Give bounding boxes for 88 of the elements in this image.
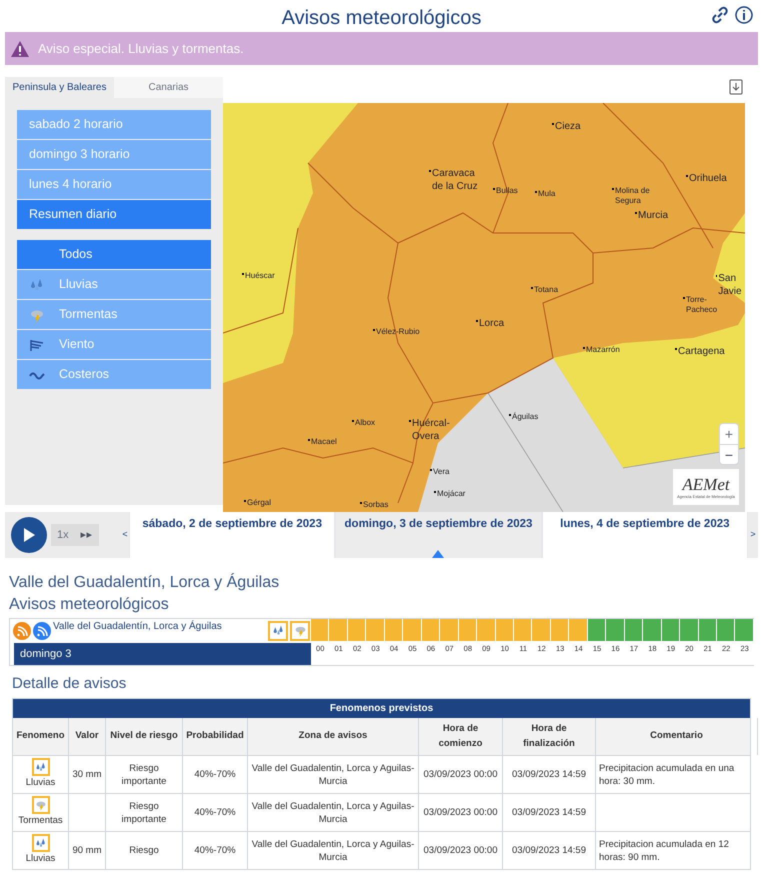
place-label: Orihuela <box>689 173 727 186</box>
speed-control[interactable]: 1x ▸▸ <box>51 524 99 546</box>
column-header: Comentario <box>596 718 758 755</box>
table-cell-text: Precipitacion acumulada en 12 horas: 90 mm. <box>599 838 730 864</box>
place-label: Albox <box>355 418 376 428</box>
info-icon[interactable] <box>735 6 753 24</box>
column-header: Nivel de riesgo <box>106 718 183 755</box>
date-tab[interactable]: domingo, 3 de septiembre de 2023 <box>335 512 542 558</box>
cloud-lightning-icon <box>34 799 46 812</box>
table-cell: 03/09/2023 00:00 <box>424 844 498 857</box>
place-label: Molina de Segura <box>615 186 651 206</box>
table-caption: Fenomenos previstos <box>13 699 750 718</box>
place-label: Murcia <box>638 210 668 222</box>
selected-indicator-icon <box>432 550 444 558</box>
zoom-in-button[interactable]: + <box>720 424 738 444</box>
place-label: Sorbas <box>363 500 388 510</box>
zoom-out-button[interactable]: − <box>720 444 738 464</box>
raindrops-icon <box>34 761 46 774</box>
place-label: Huéscar <box>245 271 275 281</box>
raindrops-icon <box>34 837 46 850</box>
table-cell: 03/09/2023 14:59 <box>512 768 586 781</box>
date-tab[interactable]: lunes, 4 de septiembre de 2023 <box>542 512 748 558</box>
place-label: Huércal-Overa <box>412 418 451 443</box>
place-label: Cartagena <box>678 346 725 358</box>
link-icon[interactable] <box>711 6 729 24</box>
place-label: Bullas <box>496 186 518 196</box>
column-header: Fenomeno <box>13 718 69 755</box>
place-label: San Javie <box>718 273 743 298</box>
region-tab[interactable]: Canarias <box>114 77 223 98</box>
table-cell-text: Precipitacion acumulada en una hora: 30 mm. <box>599 762 736 788</box>
place-label: Macael <box>311 437 337 447</box>
place-label: Gérgal <box>247 498 272 508</box>
table-cell: 03/09/2023 00:00 <box>424 806 498 819</box>
table-cell: 30 mm <box>72 768 102 781</box>
zone-title: Valle del Guadalentín, Lorca y Águilas <box>9 572 280 593</box>
place-label: Cieza <box>555 121 581 134</box>
table-cell: 40%-70% <box>194 768 236 781</box>
table-cell: 40%-70% <box>194 844 236 857</box>
column-header: Valor <box>69 718 106 755</box>
alert-text: Aviso especial. Lluvias y tormentas. <box>38 40 244 58</box>
place-label: Mula <box>538 189 556 199</box>
place-label: Vera <box>433 467 450 477</box>
zone-link[interactable]: Valle del Guadalentín, Lorca y Águilas <box>53 619 222 634</box>
table-cell-text: Riesgo importante <box>120 800 168 826</box>
table-cell: Valle del Guadalentin, Lorca y Aguilas-Murcia <box>251 762 415 788</box>
place-label: Lorca <box>479 318 504 330</box>
raindrops-icon <box>29 276 45 292</box>
day-option[interactable]: Resumen diario <box>17 200 211 229</box>
table-cell-text: Tormentas <box>18 814 63 828</box>
logo-wordmark: AEMet <box>682 476 730 492</box>
table-cell: Valle del Guadalentin, Lorca y Aguilas-Murcia <box>251 800 415 826</box>
date-tab[interactable]: sábado, 2 de septiembre de 2023 <box>129 512 336 558</box>
table-cell: Valle del Guadalentin, Lorca y Aguilas-Murcia <box>251 838 415 864</box>
column-header: Hora de finalización <box>503 718 596 755</box>
warning-icon <box>10 40 30 58</box>
page-title: Avisos meteorológicos <box>282 6 482 31</box>
cloud-lightning-icon <box>294 624 306 638</box>
table-cell: Riesgo <box>129 844 159 857</box>
place-label: Torre-Pacheco <box>686 295 718 315</box>
table-cell: 03/09/2023 14:59 <box>512 844 586 857</box>
place-label: Mojácar <box>437 489 466 499</box>
column-header: Zona de avisos <box>248 718 419 755</box>
detail-title: Detalle de avisos <box>11 674 128 694</box>
place-label: Águilas <box>512 412 538 422</box>
table-cell: 40%-70% <box>194 806 236 819</box>
section-title: Avisos meteorológicos <box>9 595 170 615</box>
place-label: Mazarrón <box>586 345 620 355</box>
table-cell-text: Lluvias <box>26 776 56 790</box>
previous-button[interactable]: < <box>121 512 129 558</box>
column-header: Hora de comienzo <box>419 718 503 755</box>
table-cell-text: Riesgo importante <box>120 762 168 788</box>
table-cell: 90 mm <box>72 844 102 857</box>
play-button[interactable] <box>11 517 47 553</box>
table-cell: 03/09/2023 00:00 <box>424 768 498 781</box>
day-label: domingo 3 <box>14 643 311 665</box>
phenomenon-filter[interactable]: Todos <box>17 240 211 269</box>
column-header: Probabilidad <box>183 718 248 755</box>
place-label: Vélez-Rubio <box>376 327 420 337</box>
table-cell-text: Lluvias <box>26 852 56 866</box>
place-label: Caravaca de la Cruz <box>432 168 479 193</box>
play-icon <box>23 528 35 542</box>
raindrops-icon <box>272 624 284 638</box>
region-tab[interactable]: Peninsula y Baleares <box>5 77 114 98</box>
next-button[interactable]: > <box>748 512 758 558</box>
table-cell: 03/09/2023 14:59 <box>512 806 586 819</box>
rss-icon[interactable] <box>33 622 51 640</box>
place-label: Totana <box>534 285 558 295</box>
download-icon[interactable] <box>729 79 743 95</box>
